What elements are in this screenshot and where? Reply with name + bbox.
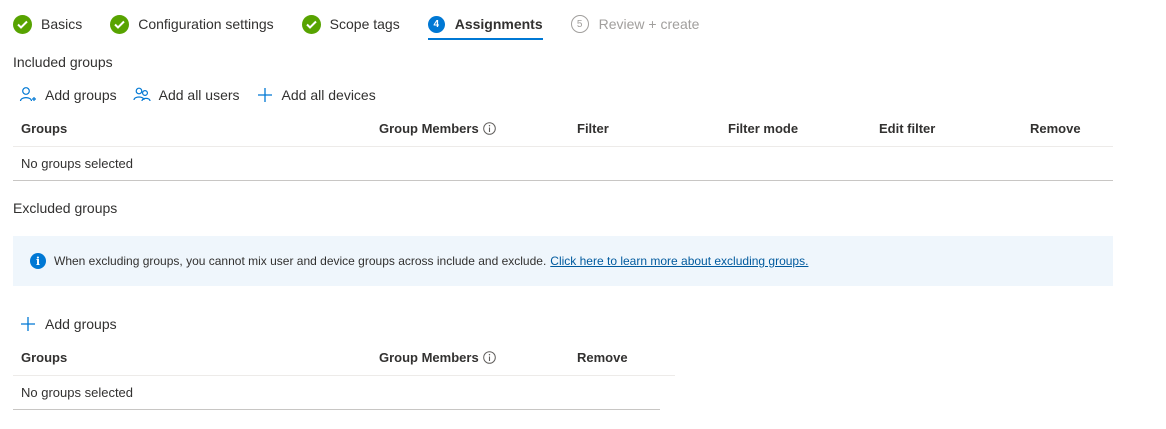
column-header-filter-mode: Filter mode	[728, 121, 799, 136]
add-all-devices-label: Add all devices	[281, 87, 376, 103]
notice-text: When excluding groups, you cannot mix us…	[54, 254, 547, 268]
tab-label: Basics	[41, 16, 83, 32]
column-header-remove: Remove	[1030, 121, 1081, 136]
column-header-groups[interactable]: Groups	[13, 121, 379, 136]
info-notice: i When excluding groups, you cannot mix …	[13, 236, 1113, 286]
column-header-groups[interactable]: Groups	[13, 350, 379, 365]
tab-configuration-settings[interactable]: Configuration settings	[110, 8, 274, 40]
tab-label: Assignments	[454, 16, 543, 32]
column-header-filter: Filter	[577, 121, 609, 136]
excluded-groups-title: Excluded groups	[13, 200, 118, 216]
excluded-groups-table: Groups Group Members Remove No groups se…	[13, 340, 675, 410]
step-number-badge: 5	[570, 15, 589, 33]
included-actions: Add groups Add all users Add all devices	[19, 83, 392, 107]
tab-review-create[interactable]: 5 Review + create	[570, 8, 700, 40]
column-header-edit-filter: Edit filter	[879, 121, 936, 136]
tab-label: Scope tags	[329, 16, 400, 32]
tab-label: Review + create	[598, 16, 700, 32]
add-all-devices-button[interactable]: Add all devices	[256, 86, 376, 104]
add-user-icon	[19, 87, 36, 102]
tab-assignments[interactable]: 4 Assignments	[427, 8, 543, 40]
included-groups-table: Groups Group Members Filter Filter mode …	[13, 111, 1113, 181]
column-header-group-members: Group Members	[379, 121, 577, 136]
tab-basics[interactable]: Basics	[13, 8, 82, 40]
info-icon[interactable]	[482, 122, 496, 135]
add-groups-button[interactable]: Add groups	[19, 86, 117, 104]
tab-scope-tags[interactable]: Scope tags	[301, 8, 400, 40]
users-icon	[133, 87, 151, 102]
add-groups-label: Add groups	[45, 87, 117, 103]
add-excluded-groups-button[interactable]: Add groups	[19, 315, 117, 333]
info-icon: i	[30, 253, 46, 269]
checkmark-icon	[110, 14, 130, 34]
tab-label: Configuration settings	[138, 16, 274, 32]
table-header: Groups Group Members Remove	[13, 340, 675, 376]
step-number-badge: 4	[427, 15, 445, 33]
included-groups-title: Included groups	[13, 54, 113, 70]
excluded-actions: Add groups	[19, 312, 133, 336]
plus-icon	[257, 88, 272, 102]
plus-icon	[21, 317, 35, 331]
info-icon[interactable]	[482, 351, 496, 364]
table-header: Groups Group Members Filter Filter mode …	[13, 111, 1113, 147]
add-groups-label: Add groups	[45, 316, 117, 332]
learn-more-link[interactable]: Click here to learn more about excluding…	[550, 254, 808, 268]
empty-row: No groups selected	[13, 376, 660, 410]
empty-row: No groups selected	[13, 147, 1113, 181]
checkmark-icon	[13, 14, 32, 34]
column-header-group-members: Group Members	[379, 350, 577, 365]
checkmark-icon	[301, 14, 321, 34]
wizard-steps: Basics Configuration settings Scope tags…	[13, 8, 727, 40]
column-header-remove: Remove	[577, 350, 628, 365]
add-all-users-label: Add all users	[158, 87, 240, 103]
add-all-users-button[interactable]: Add all users	[133, 86, 240, 104]
